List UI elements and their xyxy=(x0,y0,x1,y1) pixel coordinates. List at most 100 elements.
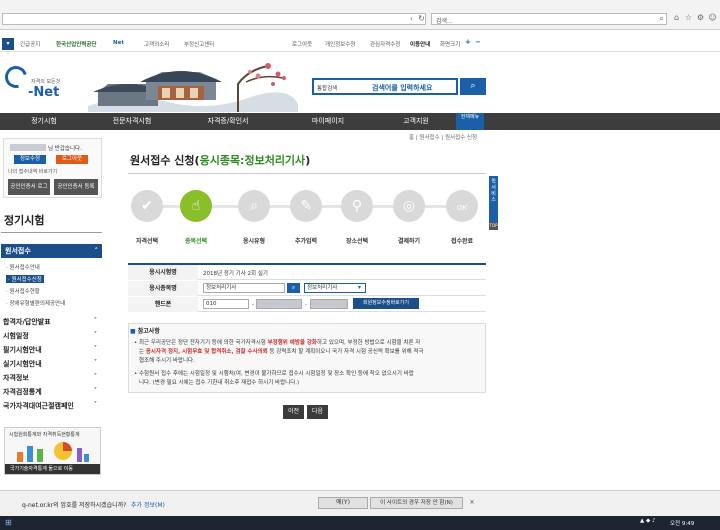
util-link-net[interactable]: Net xyxy=(113,40,124,46)
more-info-link[interactable]: 추가 정보(M) xyxy=(131,500,165,509)
util-link-voice[interactable]: 고객의소리 xyxy=(144,40,169,48)
chevron-down-icon: ▾ xyxy=(358,284,362,291)
form-label: 응시종목명 xyxy=(128,281,198,296)
step-label: 추가입력 xyxy=(294,238,318,245)
zoom-out-button[interactable]: − xyxy=(475,38,481,46)
edit-info-button[interactable]: 정보수정 xyxy=(14,155,46,164)
notice-line: • 수험원서 접수 후에는 시험일정 및 시행처(여, 변경이 불가하므로 접수… xyxy=(134,371,414,377)
chevron-down-icon: ˅ xyxy=(94,317,97,324)
step-additional-input: ✎ xyxy=(290,190,322,222)
util-zoom-label: 화면크기 xyxy=(440,42,461,48)
settings-icon[interactable]: ⚙ xyxy=(696,13,705,23)
favorites-icon[interactable]: ☆ xyxy=(684,13,693,23)
logout-button[interactable]: 로그아웃 xyxy=(56,155,88,164)
edit-member-info-button[interactable]: 회원정보수정바로가기 xyxy=(353,298,419,309)
sidebar-item-qualification-info[interactable]: 자격정보 ˅ xyxy=(3,373,100,383)
logo-text[interactable]: -Net xyxy=(28,85,59,100)
clock: 오전 9:49 xyxy=(670,521,695,527)
util-link-report[interactable]: 부정신고센터 xyxy=(184,40,214,48)
item-name-input[interactable]: 정보처리기사 xyxy=(203,283,285,293)
cert-register-button[interactable]: 공인인증서 등록 xyxy=(54,179,98,195)
recent-applications-link[interactable]: 나의 접수내역 바로가기 xyxy=(8,168,57,175)
sidebar-item-results[interactable]: 합격자/답안발표 ˅ xyxy=(3,317,100,327)
search-icon[interactable]: ⌕ xyxy=(657,14,666,24)
windows-start-icon[interactable]: ⊞ xyxy=(5,518,15,528)
search-scope-select[interactable]: 통합검색 xyxy=(317,84,337,92)
util-link-logout[interactable]: 로그아웃 xyxy=(292,40,312,48)
util-link-emergency[interactable]: 긴급공지 xyxy=(20,40,40,48)
stats-link[interactable]: 국가기술자격통계 둘으로 이동 xyxy=(5,464,100,474)
util-bar xyxy=(0,36,720,52)
step-label: 결제하기 xyxy=(397,238,421,245)
cert-login-button[interactable]: 공인인증서 로그인 xyxy=(8,179,50,206)
stats-banner[interactable]: 시험원회통계와 자격취득현황통계 국가기술자격통계 둘으로 이동 xyxy=(4,427,101,475)
page-title: 원서접수 신청(응시종목:정보처리기사) xyxy=(130,154,311,167)
logo-tagline: 자격의 모든것 xyxy=(31,79,61,85)
notice-line: 니다. (변경 필요 시에는 접수 기한내 취소후 재접수 하시기 바랍니다.) xyxy=(139,380,300,386)
top-button[interactable]: TOP xyxy=(489,222,498,230)
search-icon: ⌕ xyxy=(470,81,476,91)
prev-button[interactable]: 이전 xyxy=(283,405,304,419)
notice-title: ■ 참고사항 xyxy=(130,328,160,335)
step-label: 응시유형 xyxy=(242,238,266,245)
util-link-interest[interactable]: 관심자격수정 xyxy=(370,40,400,48)
util-link-hrdkorea[interactable]: 한국산업인력공단 xyxy=(56,40,96,48)
back-icon[interactable]: ‹ xyxy=(407,14,416,24)
save-yes-button[interactable]: 예(Y) xyxy=(318,497,368,509)
step-label: 자격선택 xyxy=(135,238,159,245)
menu-toggle-icon[interactable]: ▾ xyxy=(2,38,14,50)
sidebar-subitem-guide[interactable]: · 원서접수안내 xyxy=(6,263,40,271)
header-illustration xyxy=(88,54,298,112)
home-icon[interactable]: ⌂ xyxy=(672,13,681,23)
stats-title: 시험원회통계와 자격취득현황통계 xyxy=(9,432,80,438)
sidebar-divider xyxy=(1,232,102,233)
pencil-icon: ✎ xyxy=(300,198,312,214)
step-qualification: ✔ xyxy=(131,190,163,222)
nav-item-mypage[interactable]: 마이페이지 xyxy=(280,113,376,130)
search-button[interactable]: ⌕ xyxy=(460,78,486,95)
nav-item-certificate[interactable]: 자격증/확인서 xyxy=(176,113,280,130)
exam-name-value: 2018년 정기 기사 2회 실기 xyxy=(203,271,268,277)
magnifier-icon: ⌕ xyxy=(250,198,258,214)
zoom-in-button[interactable]: + xyxy=(465,38,471,46)
sidebar-subitem-status[interactable]: · 원서접수현황 xyxy=(6,287,40,295)
sidebar-item-practical-exam[interactable]: 실기시험안내 ˅ xyxy=(3,359,100,369)
notice-line: • 최근 우리공단은 정단 전자기기 등에 의한 국가자격시험 부정행위 예방을… xyxy=(134,340,421,346)
sidebar-subitem-accessibility[interactable]: · 장애유형별편의제공안내 xyxy=(6,299,65,307)
search-icon: ⌕ xyxy=(291,284,296,291)
close-icon[interactable]: ✕ xyxy=(467,498,477,508)
never-save-button[interactable]: 이 사이트의 경우 저장 안 함(N) xyxy=(370,497,463,509)
next-button[interactable]: 다음 xyxy=(307,405,328,419)
sidebar-item-schedule[interactable]: 시험일정 ˅ xyxy=(3,331,100,341)
sidebar-item-campaign[interactable]: 국가자격대여근절캠페인 ˅ xyxy=(3,401,100,411)
sidebar-item-written-exam[interactable]: 필기시험안내 ˅ xyxy=(3,345,100,355)
util-link-edit-info[interactable]: 개인정보수정 xyxy=(325,40,355,48)
item-name-select[interactable]: 정보처리기사 xyxy=(304,283,366,293)
sidebar-item-statistics[interactable]: 자격검정통계 ˅ xyxy=(3,387,100,397)
phone-last-input[interactable] xyxy=(310,299,348,309)
address-bar[interactable] xyxy=(2,13,426,25)
step-venue: ⚲ xyxy=(341,190,373,222)
phone-separator: - xyxy=(305,302,307,308)
sidebar-subitem-apply[interactable]: · 원서접수신청 xyxy=(6,275,44,283)
login-box: 님 반갑습니다. 정보수정 로그아웃 나의 접수내역 바로가기 공인인증서 로그… xyxy=(3,138,102,206)
qnet-logo-icon[interactable] xyxy=(0,61,32,93)
sidebar-item-application[interactable]: 원서접수 ˄ xyxy=(1,244,102,258)
form-label: 핸드폰 xyxy=(128,297,198,312)
chevron-down-icon: ˅ xyxy=(94,401,97,408)
stats-chart-icon xyxy=(17,442,89,462)
smiley-icon[interactable]: ☺ xyxy=(708,13,717,23)
search-input[interactable]: 검색어를 입력하세요 xyxy=(372,83,432,93)
nav-all-menu[interactable]: 전체메뉴 xyxy=(456,113,484,130)
nav-item-professional-exam[interactable]: 전문자격시험 xyxy=(88,113,176,130)
nav-item-regular-exam[interactable]: 정기시험 xyxy=(0,113,88,130)
util-link-guide[interactable]: 이용안내 xyxy=(410,40,430,48)
phone-middle-input[interactable] xyxy=(256,299,302,309)
item-search-button[interactable]: ⌕ xyxy=(287,283,300,293)
browser-search-input[interactable]: 검색... xyxy=(431,13,667,25)
refresh-icon[interactable]: ↻ xyxy=(417,14,426,24)
user-name-redacted xyxy=(10,144,46,151)
step-item-selection: ☝ xyxy=(180,190,212,222)
nav-item-support[interactable]: 고객지원 xyxy=(376,113,456,130)
phone-prefix-input[interactable]: 010 xyxy=(203,299,249,309)
